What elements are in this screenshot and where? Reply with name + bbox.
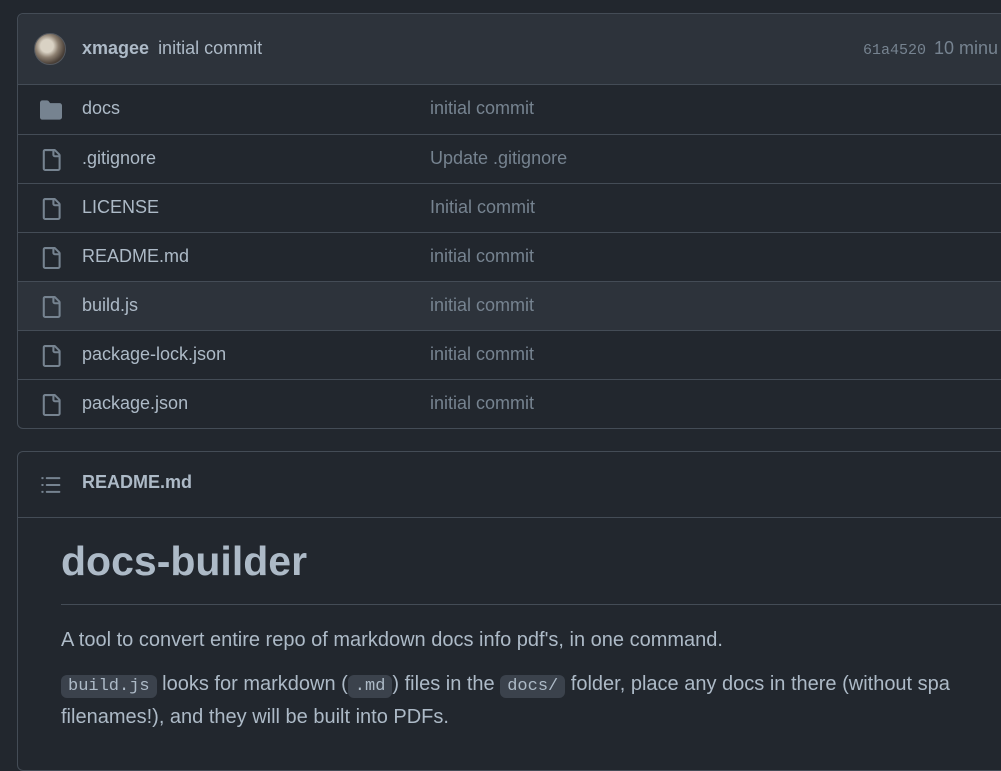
file-commit-message-link[interactable]: initial commit <box>430 344 534 365</box>
file-name-link[interactable]: LICENSE <box>82 197 159 218</box>
file-icon <box>40 345 62 367</box>
file-commit-message-link[interactable]: initial commit <box>430 98 534 119</box>
file-commit-message-link[interactable]: initial commit <box>430 246 534 267</box>
file-row[interactable]: docs initial commit <box>18 85 1001 134</box>
readme-header: README.md <box>18 452 1001 518</box>
file-row[interactable]: package-lock.json initial commit <box>18 330 1001 379</box>
file-row[interactable]: LICENSE Initial commit <box>18 183 1001 232</box>
file-row[interactable]: package.json initial commit <box>18 379 1001 428</box>
inline-code-build-js: build.js <box>61 675 157 698</box>
usage-text-1: looks for markdown ( <box>156 673 348 695</box>
inline-code-docs: docs/ <box>500 675 566 698</box>
readme-box: README.md docs-builder A tool to convert… <box>17 451 1001 771</box>
readme-filename-link[interactable]: README.md <box>82 472 192 493</box>
file-icon <box>40 247 62 269</box>
file-icon <box>40 394 62 416</box>
folder-icon <box>40 99 62 121</box>
commit-message-link[interactable]: initial commit <box>158 38 262 58</box>
commit-time: 10 minu <box>934 38 999 58</box>
file-name-link[interactable]: README.md <box>82 246 189 267</box>
file-row[interactable]: README.md initial commit <box>18 232 1001 281</box>
file-icon <box>40 198 62 220</box>
file-icon <box>40 149 62 171</box>
commit-summary: xmagee initial commit <box>82 38 262 59</box>
latest-commit-header: xmagee initial commit 61a4520 10 minu <box>18 14 1001 85</box>
file-commit-message-link[interactable]: initial commit <box>430 295 534 316</box>
commit-meta: 61a4520 10 minu <box>863 38 998 59</box>
avatar[interactable] <box>34 33 66 65</box>
file-rows: docs initial commit .gitignore Update .giti… <box>18 85 1001 428</box>
usage-text-3: folder, place any docs in there (without… <box>565 673 950 695</box>
file-row[interactable]: build.js initial commit <box>18 281 1001 330</box>
usage-text-4: filenames!), and they will be built into… <box>61 706 449 728</box>
file-commit-message-link[interactable]: Initial commit <box>430 197 535 218</box>
readme-usage-paragraph: build.js looks for markdown (.md) files … <box>61 669 1001 733</box>
file-icon <box>40 296 62 318</box>
readme-heading: docs-builder <box>61 538 1001 605</box>
file-name-link[interactable]: package-lock.json <box>82 344 226 365</box>
file-name-link[interactable]: build.js <box>82 295 138 316</box>
inline-code-md: .md <box>347 675 393 698</box>
file-commit-message-link[interactable]: Update .gitignore <box>430 148 567 169</box>
readme-description: A tool to convert entire repo of markdow… <box>61 629 723 651</box>
readme-content: docs-builder A tool to convert entire re… <box>61 518 1001 733</box>
file-name-link[interactable]: .gitignore <box>82 148 156 169</box>
file-list-box: xmagee initial commit 61a4520 10 minu doc… <box>17 13 1001 429</box>
file-name-link[interactable]: package.json <box>82 393 188 414</box>
file-row[interactable]: .gitignore Update .gitignore <box>18 134 1001 183</box>
commit-author-link[interactable]: xmagee <box>82 38 149 58</box>
file-commit-message-link[interactable]: initial commit <box>430 393 534 414</box>
usage-text-2: ) files in the <box>392 673 501 695</box>
list-unordered-icon[interactable] <box>40 474 62 496</box>
file-name-link[interactable]: docs <box>82 98 120 119</box>
commit-sha-link[interactable]: 61a4520 <box>863 42 926 59</box>
